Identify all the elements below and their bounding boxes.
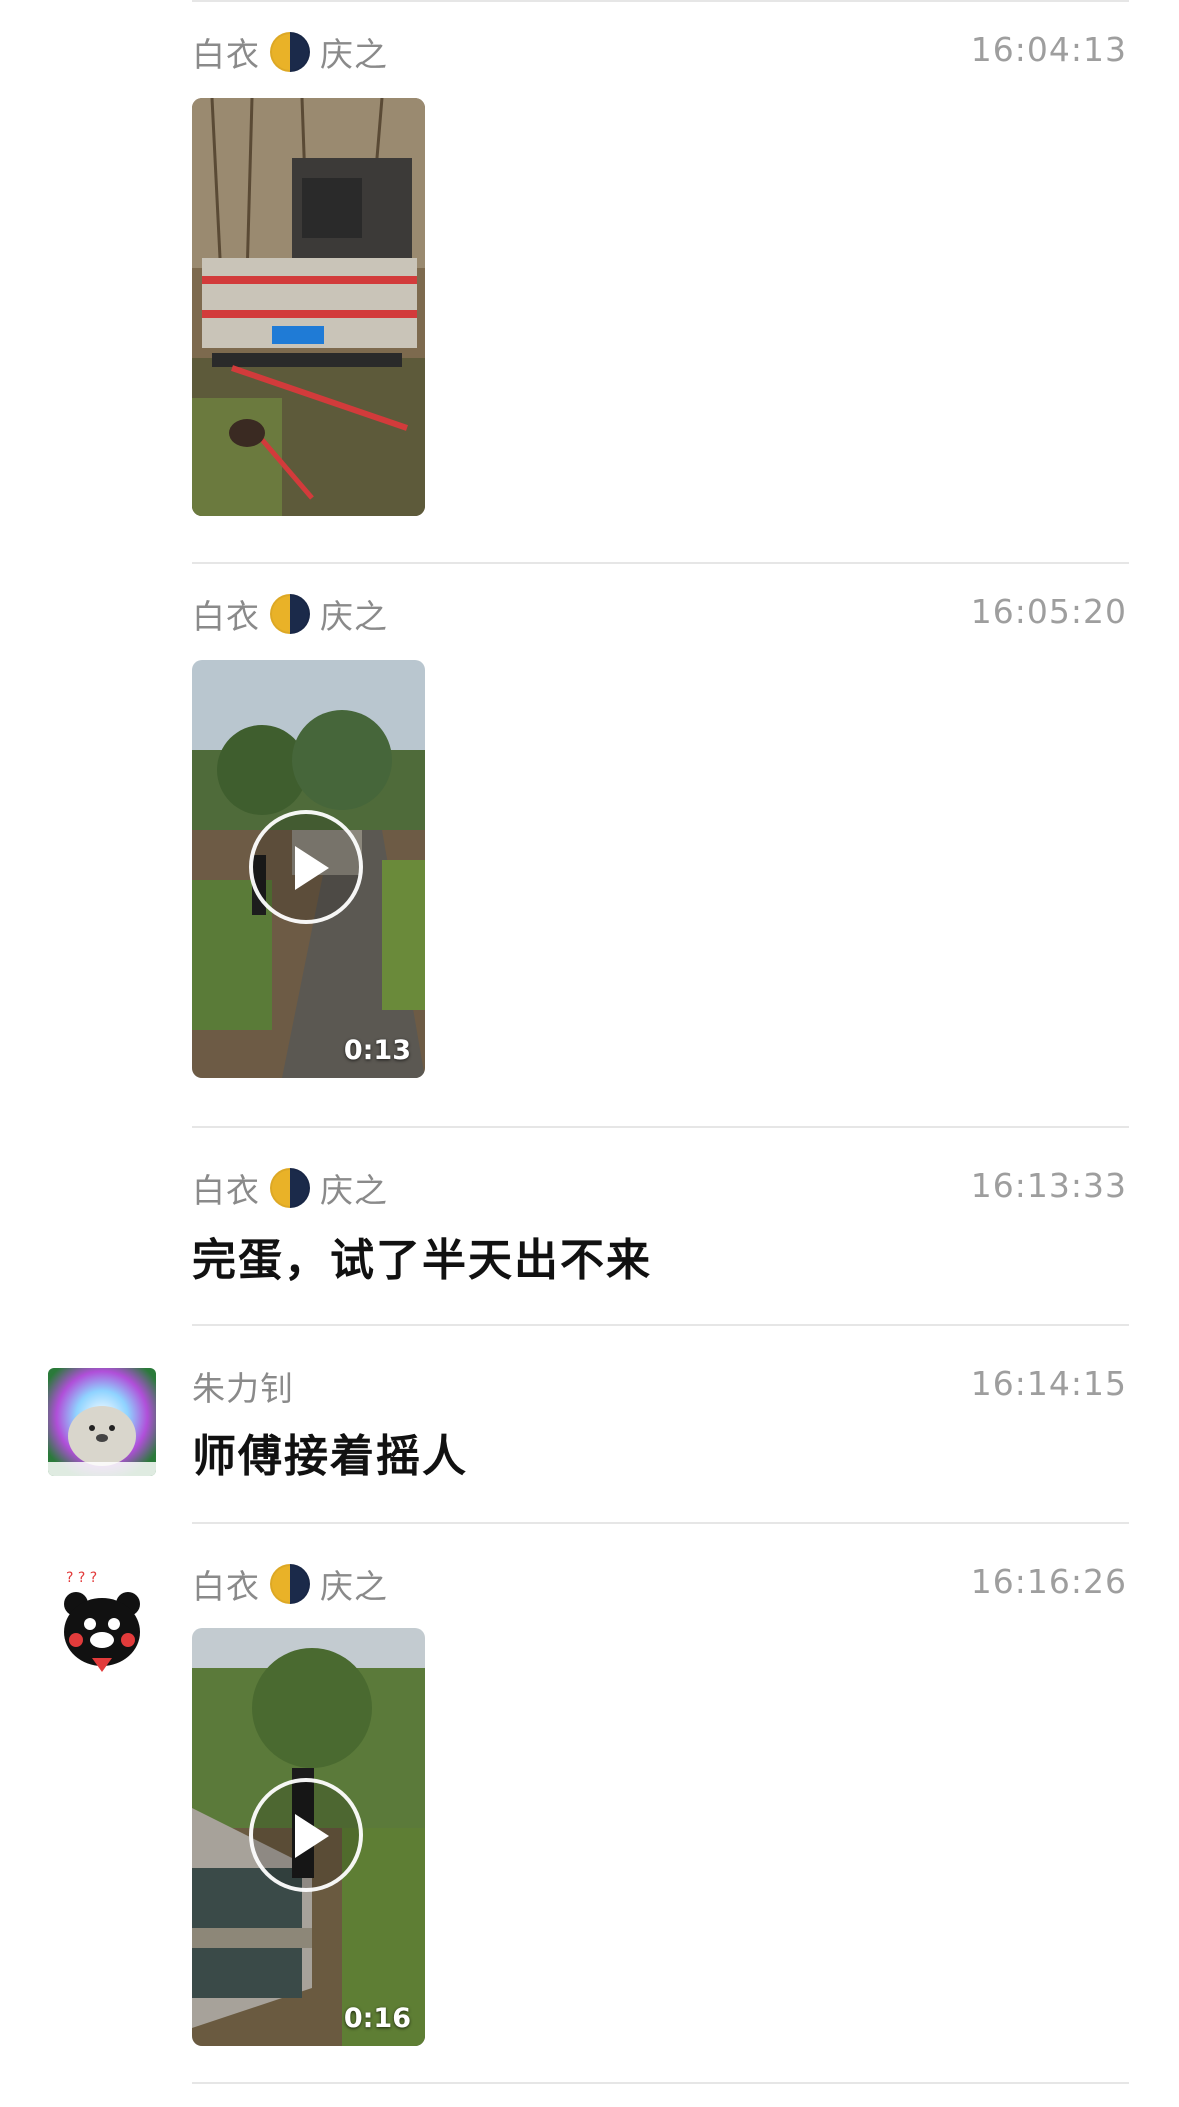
truck-photo (192, 98, 425, 516)
sender-name-suffix: 庆之 (320, 1567, 388, 1606)
message-timestamp: 16:16:26 (970, 1562, 1127, 1601)
seal-meme-avatar-icon[interactable] (48, 1368, 156, 1476)
sender-name-suffix: 庆之 (320, 597, 388, 636)
chat-message-2[interactable]: 白衣 庆之 16:05:20 0:13 (0, 564, 1179, 1124)
sender-name[interactable]: 白衣 庆之 (192, 28, 388, 76)
sender-name[interactable]: 朱力钊 (192, 1362, 294, 1410)
message-timestamp: 16:05:20 (970, 592, 1127, 631)
sender-name-text: 白衣 (192, 1171, 260, 1210)
chat-message-5[interactable]: ? ? ? 白衣 庆之 16:16:26 0:16 (0, 1524, 1179, 2084)
kumamon-avatar-icon[interactable]: ? ? ? (48, 1566, 156, 1674)
half-moon-emoji-icon (270, 594, 310, 634)
svg-text:? ? ?: ? ? ? (66, 1570, 97, 1586)
sender-name-text: 白衣 (192, 597, 260, 636)
video-duration: 0:16 (343, 2003, 411, 2034)
chat-message-1[interactable]: 白衣 庆之 16:04:13 (0, 0, 1179, 516)
video-duration: 0:13 (343, 1035, 411, 1066)
video-message-thumbnail[interactable]: 0:16 (192, 1628, 425, 2046)
half-moon-emoji-icon (270, 1564, 310, 1604)
chat-message-3[interactable]: 白衣 庆之 16:13:33 完蛋，试了半天出不来 (0, 1128, 1179, 1324)
message-timestamp: 16:04:13 (970, 30, 1127, 69)
sender-name[interactable]: 白衣 庆之 (192, 590, 388, 638)
half-moon-emoji-icon (270, 32, 310, 72)
sender-name[interactable]: 白衣 庆之 (192, 1560, 388, 1608)
message-divider (192, 2082, 1129, 2084)
message-timestamp: 16:14:15 (970, 1364, 1127, 1403)
sender-name[interactable]: 白衣 庆之 (192, 1164, 388, 1212)
sender-name-text: 朱力钊 (192, 1369, 294, 1408)
half-moon-emoji-icon (270, 1168, 310, 1208)
sender-name-text: 白衣 (192, 35, 260, 74)
message-text: 师傅接着摇人 (192, 1431, 468, 1482)
play-icon[interactable] (249, 1778, 363, 1892)
video-message-thumbnail[interactable]: 0:13 (192, 660, 425, 1078)
image-message-thumbnail[interactable] (192, 98, 425, 516)
message-text: 完蛋，试了半天出不来 (192, 1235, 652, 1286)
play-icon[interactable] (249, 810, 363, 924)
message-timestamp: 16:13:33 (970, 1166, 1127, 1205)
sender-name-suffix: 庆之 (320, 35, 388, 74)
chat-message-4[interactable]: 朱力钊 16:14:15 师傅接着摇人 (0, 1326, 1179, 1522)
sender-name-suffix: 庆之 (320, 1171, 388, 1210)
sender-name-text: 白衣 (192, 1567, 260, 1606)
